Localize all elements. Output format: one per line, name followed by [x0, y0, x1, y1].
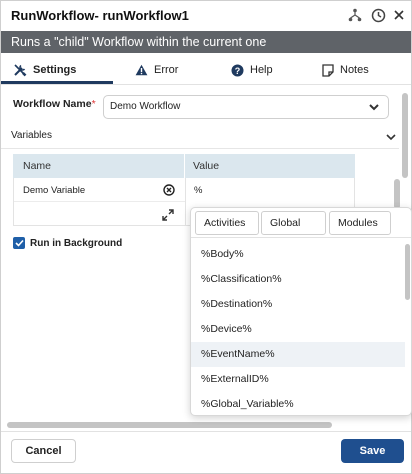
tab-settings[interactable]: Settings	[13, 61, 76, 79]
column-header-name: Name	[23, 160, 52, 172]
popup-tab-modules[interactable]: Modules	[329, 211, 391, 235]
close-icon[interactable]	[391, 7, 407, 23]
tab-notes[interactable]: Notes	[322, 61, 369, 79]
dialog-title: RunWorkflow- runWorkflow1	[11, 8, 189, 23]
workflow-name-value: Demo Workflow	[110, 101, 181, 112]
run-in-background-label: Run in Background	[30, 237, 123, 249]
tab-help-label: Help	[250, 64, 273, 76]
tab-divider	[1, 84, 411, 85]
popup-list-item[interactable]: %Destination%	[191, 292, 405, 317]
popup-scrollbar[interactable]	[405, 244, 410, 300]
workflow-name-label: Workflow Name*	[13, 98, 96, 110]
tab-help[interactable]: ? Help	[231, 61, 273, 79]
title-bar: RunWorkflow- runWorkflow1	[1, 1, 411, 31]
required-marker: *	[91, 98, 96, 110]
remove-variable-icon[interactable]	[163, 183, 175, 201]
popup-list-item[interactable]: %Classification%	[191, 267, 405, 292]
cancel-button[interactable]: Cancel	[11, 439, 76, 463]
variable-name-cell[interactable]: Demo Variable	[23, 185, 85, 196]
popup-tab-bar: Activities Global Modules	[191, 208, 411, 238]
popup-list-item[interactable]: %Global_Variable%	[191, 392, 405, 415]
table-vertical-scrollbar[interactable]	[394, 179, 400, 209]
warning-icon	[135, 64, 148, 76]
panel-horizontal-scrollbar[interactable]	[7, 422, 332, 428]
variables-section-header[interactable]: Variables	[1, 125, 399, 149]
popup-tab-activities[interactable]: Activities	[195, 211, 259, 235]
popup-list-item[interactable]: %EventName%	[191, 342, 405, 367]
help-icon: ?	[231, 64, 244, 76]
popup-tab-global[interactable]: Global	[261, 211, 326, 235]
workflow-name-select[interactable]: Demo Workflow	[103, 95, 389, 119]
variables-label: Variables	[11, 130, 52, 141]
popup-list-item[interactable]: %ExternalID%	[191, 367, 405, 392]
panel-vertical-scrollbar[interactable]	[402, 93, 408, 178]
workflow-tree-icon[interactable]	[347, 7, 363, 23]
tab-bar: Settings Error ? Help Notes	[1, 57, 411, 83]
notes-icon	[322, 63, 334, 77]
run-workflow-dialog: RunWorkflow- runWorkflow1 Runs a "child"…	[0, 0, 412, 474]
expand-icon[interactable]	[162, 208, 174, 226]
footer-divider	[1, 431, 411, 432]
dialog-subtitle: Runs a "child" Workflow within the curre…	[1, 31, 411, 53]
checkbox-checked-icon[interactable]	[13, 237, 25, 249]
svg-text:?: ?	[235, 66, 241, 76]
tab-notes-label: Notes	[340, 64, 369, 76]
popup-list-item[interactable]: %Device%	[191, 317, 405, 342]
table-header: Name Value	[13, 154, 355, 178]
column-header-value: Value	[193, 160, 220, 172]
popup-list-item[interactable]: %Body%	[191, 242, 405, 267]
tab-settings-label: Settings	[33, 64, 77, 76]
tab-error-label: Error	[154, 64, 179, 76]
wrench-screwdriver-icon	[14, 64, 27, 77]
chevron-down-icon	[369, 104, 379, 111]
run-in-background-checkbox[interactable]: Run in Background	[13, 237, 122, 249]
chevron-down-icon	[386, 134, 396, 141]
workflow-name-label-text: Workflow Name	[13, 98, 92, 110]
tab-error[interactable]: Error	[135, 61, 178, 79]
history-clock-icon[interactable]	[370, 7, 386, 23]
variable-value-input[interactable]: %	[194, 185, 202, 196]
popup-variable-list: %Body% %Classification% %Destination% %Devi…	[191, 242, 405, 415]
save-button[interactable]: Save	[341, 439, 404, 463]
variable-picker-popup: Activities Global Modules %Body% %Classif…	[190, 207, 412, 416]
